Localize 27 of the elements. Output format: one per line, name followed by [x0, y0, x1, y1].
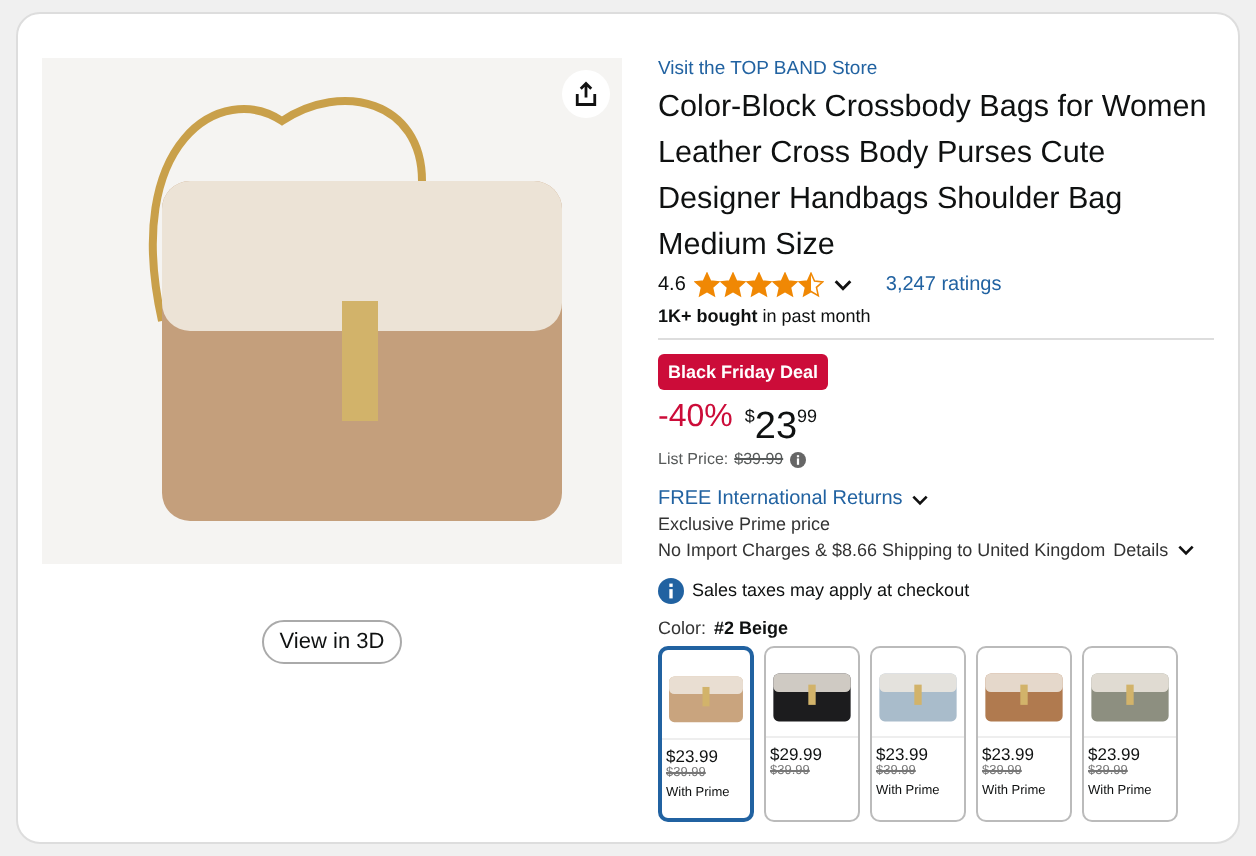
swatch-price: $23.99 [666, 746, 718, 766]
shipping-note: No Import Charges & $8.66 Shipping to United Kingdom [658, 539, 1106, 559]
purchase-count: 1K+ bought in past month [658, 306, 871, 326]
deal-badge: Black Friday Deal [658, 354, 829, 390]
details-link[interactable]: Details [1113, 539, 1169, 559]
discount-percent: -40% [658, 398, 733, 438]
swatch-price: $29.99 [770, 744, 822, 764]
color-value: #2 Beige [714, 617, 789, 637]
store-link[interactable]: Visit the TOP BAND Store [658, 58, 878, 80]
product-title: Color-Block Crossbody Bags for Women Leather Cross Body Purses Cute Designer Handbags Shoulder Bag Medium Size [658, 88, 1209, 266]
chevron-down-icon[interactable] [831, 274, 854, 296]
list-price: $39.99 [734, 450, 784, 468]
swatch-price: $23.99 [1088, 744, 1140, 764]
swatch-price: $23.99 [876, 744, 928, 764]
share-icon[interactable] [562, 70, 610, 118]
swatch-price: $23.99 [982, 744, 1034, 764]
returns-link[interactable]: FREE International Returns [658, 488, 903, 510]
price: $^{$}$23$^{99}$ [744, 404, 818, 450]
info-icon[interactable] [789, 451, 806, 467]
prime-price-note: Exclusive Prime price [658, 514, 831, 534]
rating-value: 4.6 [658, 274, 686, 296]
color-label: Color: [658, 617, 707, 637]
info-icon [658, 577, 684, 603]
view-in-3d-button[interactable]: View in 3D [261, 620, 403, 664]
tax-note: Sales taxes may apply at checkout [692, 580, 970, 600]
ratings-link[interactable]: 3,247 ratings [885, 274, 1002, 296]
list-price-label: List Price: [658, 450, 729, 468]
